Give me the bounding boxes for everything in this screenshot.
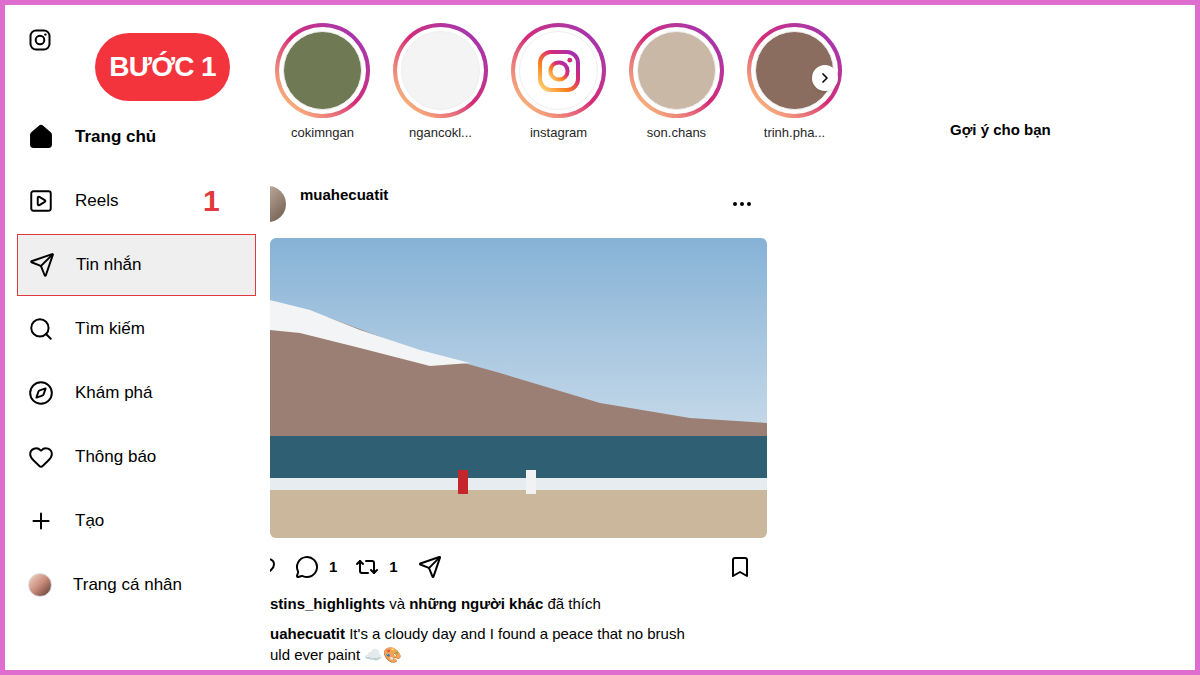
sidebar-nav: Trang chủReels1Tin nhắnTìm kiếmKhám pháT…: [5, 106, 270, 618]
suggestions-panel: Gợi ý cho bạn: [775, 5, 1195, 670]
story-avatar: [401, 31, 480, 110]
nav-icon: [28, 444, 54, 470]
more-options-icon[interactable]: [730, 192, 754, 216]
story[interactable]: cokimngan: [275, 23, 370, 142]
story[interactable]: instagram: [511, 23, 606, 142]
instagram-logo-icon: [28, 28, 52, 52]
sidebar-item[interactable]: Tin nhắn: [17, 234, 256, 296]
post-username[interactable]: muahecuatit: [300, 186, 388, 204]
post-image[interactable]: [270, 238, 767, 538]
screen: BƯỚC 1Trang chủReels1Tin nhắnTìm kiếmKhá…: [0, 0, 1200, 675]
comment-icon[interactable]: [295, 555, 319, 579]
sidebar-item[interactable]: Tìm kiếm: [17, 298, 256, 360]
feed: cokimnganngancokl...instagramson.chanstr…: [270, 5, 775, 670]
post-avatar[interactable]: [270, 186, 286, 222]
post-actions: 11: [270, 555, 767, 579]
nav-icon: [28, 508, 54, 534]
step-marker: 1: [203, 186, 220, 216]
like-heart-icon[interactable]: [270, 555, 276, 579]
landscape-photo: [270, 238, 767, 538]
sidebar-item[interactable]: Reels1: [17, 170, 256, 232]
nav-icon: [28, 188, 54, 214]
instagram-logo-icon: [535, 47, 583, 95]
post-likes: stins_highlights và những người khác đã …: [270, 594, 767, 614]
instagram-home-link[interactable]: [28, 28, 52, 52]
post: muahecuatit 11 stins_highlights và những n…: [270, 186, 767, 665]
nav-icon: [28, 316, 54, 342]
sidebar: BƯỚC 1Trang chủReels1Tin nhắnTìm kiếmKhá…: [5, 5, 270, 670]
sidebar-header: BƯỚC 1: [5, 5, 270, 106]
sidebar-item[interactable]: Trang cá nhân: [17, 554, 256, 616]
stories-next-button[interactable]: [812, 65, 838, 91]
story-avatar: [283, 31, 362, 110]
repost-icon[interactable]: [355, 555, 379, 579]
sidebar-item[interactable]: Tạo: [17, 490, 256, 552]
step-badge: BƯỚC 1: [95, 33, 230, 101]
nav-icon: [28, 380, 54, 406]
sidebar-item[interactable]: Trang chủ: [17, 106, 256, 168]
nav-icon: [28, 124, 54, 150]
story-avatar: [637, 31, 716, 110]
sidebar-item[interactable]: Khám phá: [17, 362, 256, 424]
story-avatar: [519, 31, 598, 110]
save-bookmark-icon[interactable]: [728, 555, 752, 579]
stories-row: cokimnganngancokl...instagramson.chanstr…: [270, 5, 775, 142]
post-caption: uahecuatit It's a cloudy day and I found…: [270, 623, 767, 665]
suggestions-title: Gợi ý cho bạn: [950, 121, 1051, 138]
post-header: muahecuatit: [270, 186, 767, 222]
story[interactable]: son.chans: [629, 23, 724, 142]
sidebar-item[interactable]: Thông báo: [17, 426, 256, 488]
nav-icon: [29, 252, 55, 278]
profile-avatar-icon: [28, 573, 52, 597]
chevron-right-icon: [817, 70, 833, 86]
share-icon[interactable]: [418, 555, 442, 579]
story[interactable]: ngancokl...: [393, 23, 488, 142]
